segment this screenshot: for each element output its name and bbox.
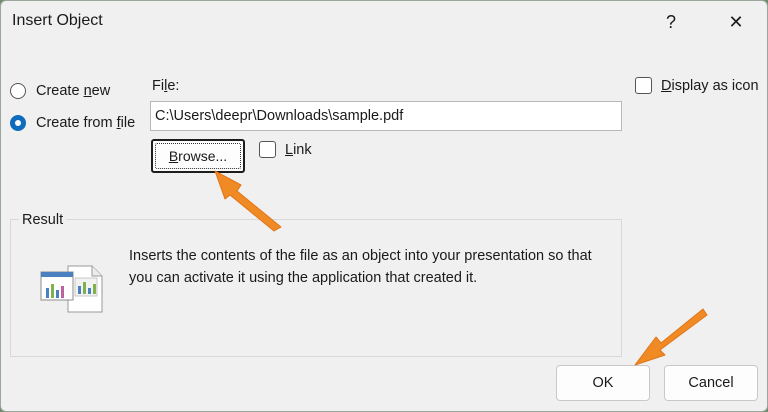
browse-label: Browse... [168, 148, 228, 164]
display-as-icon-label: Display as icon [661, 77, 759, 94]
dialog-title: Insert Object [12, 12, 103, 29]
file-label: File: [152, 78, 180, 94]
create-new-label: Create new [36, 83, 111, 99]
ok-button[interactable]: OK [556, 365, 650, 401]
file-path-input[interactable] [150, 101, 622, 131]
link-label: Link [285, 141, 312, 158]
display-as-icon-option[interactable]: Display as icon [635, 77, 759, 94]
display-as-icon-checkbox[interactable] [635, 77, 652, 94]
object-document-icon [40, 265, 103, 313]
ok-arrow-annotation [634, 308, 708, 366]
link-checkbox[interactable] [259, 141, 276, 158]
create-new-option[interactable]: Create new [10, 83, 110, 99]
create-from-file-radio[interactable] [10, 115, 26, 131]
result-label: Result [19, 212, 67, 228]
create-from-file-option[interactable]: Create from file [10, 115, 135, 131]
browse-button[interactable]: Browse... [151, 139, 245, 173]
result-description: Inserts the contents of the file as an o… [129, 248, 592, 286]
help-icon: ? [665, 11, 676, 32]
help-button[interactable]: ? [648, 3, 694, 41]
link-option[interactable]: Link [259, 141, 312, 158]
insert-object-dialog: Insert Object ? ✕ Create new Create from… [0, 0, 768, 412]
close-button[interactable]: ✕ [713, 3, 759, 41]
create-from-file-label: Create from file [36, 115, 136, 131]
title-bar: Insert Object ? ✕ [1, 1, 767, 45]
create-new-radio[interactable] [10, 83, 26, 99]
close-icon: ✕ [728, 11, 744, 32]
cancel-button[interactable]: Cancel [664, 365, 758, 401]
